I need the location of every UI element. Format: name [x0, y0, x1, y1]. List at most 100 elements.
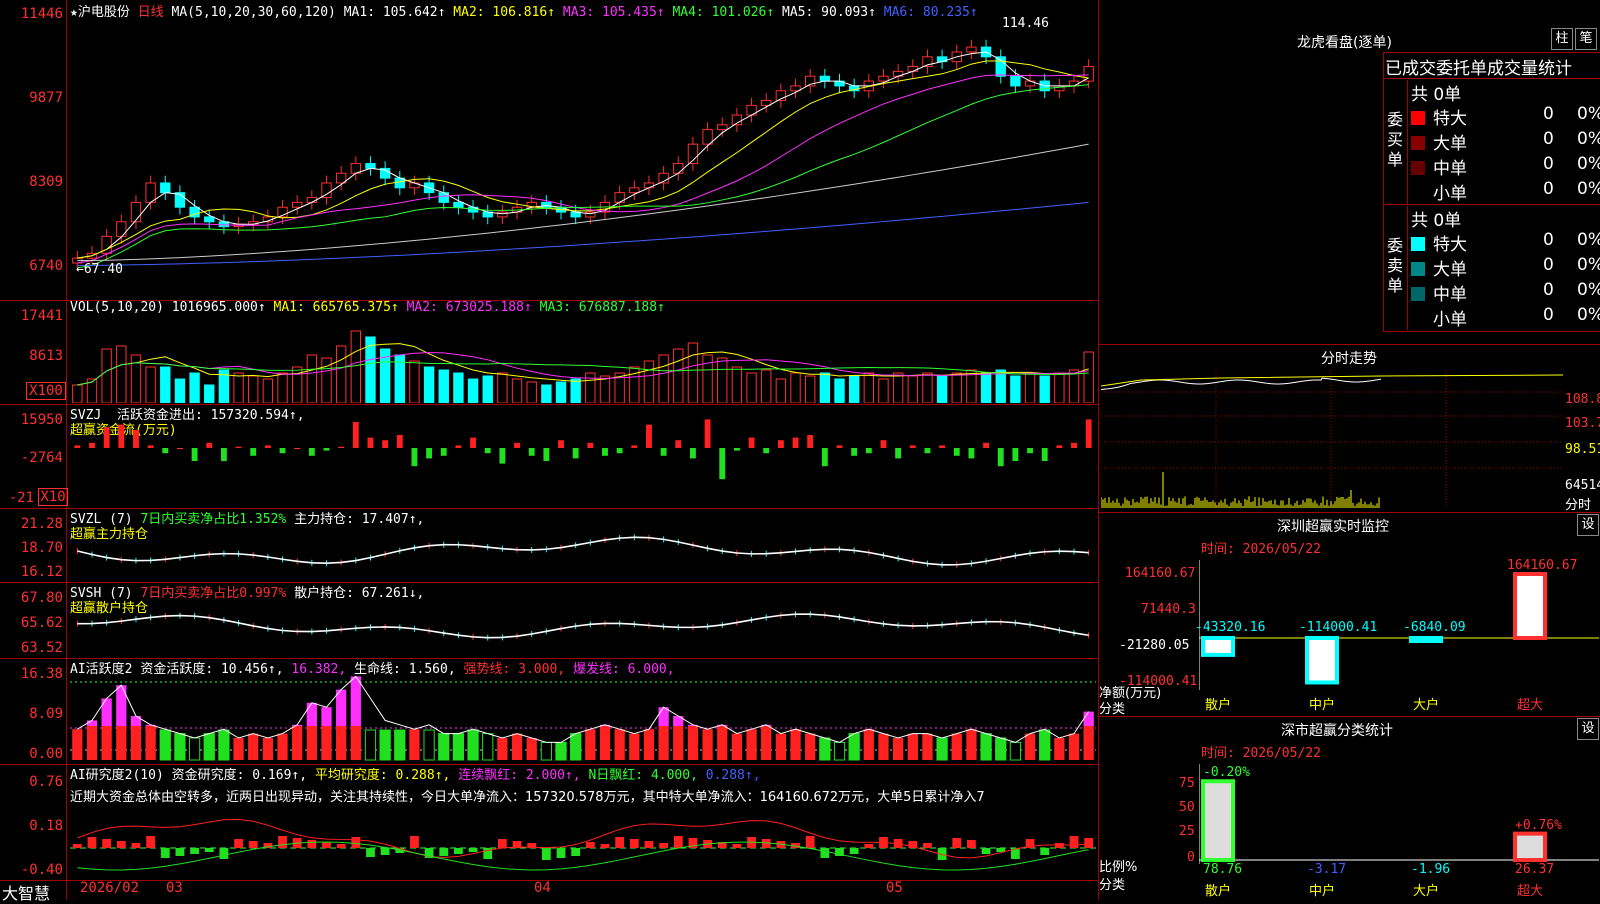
svzl-chart[interactable] — [70, 522, 1096, 580]
candle — [161, 183, 170, 193]
volume-bar — [249, 376, 258, 403]
flow-bar — [455, 445, 461, 448]
ai-active-panel[interactable]: AI活跃度2 资金活跃度: 10.456↑, 16.382, 生命线: 1.56… — [0, 658, 1098, 765]
active-bar — [409, 729, 419, 760]
active-bar — [189, 738, 199, 760]
research-bar — [967, 840, 976, 848]
volume-bar — [1069, 370, 1078, 403]
flow-bar — [881, 440, 887, 448]
volume-bar — [205, 385, 214, 403]
svzj-chart[interactable] — [70, 418, 1096, 506]
research-bar — [1040, 848, 1049, 855]
svzl-panel[interactable]: SVZL (7) 7日内买卖净占比1.352% 主力持仓: 17.407↑, 超… — [0, 508, 1098, 583]
active-bar-top — [351, 676, 361, 726]
ai-active-chart[interactable] — [70, 674, 1096, 762]
lhb-row-pct: 0% — [1577, 154, 1600, 174]
bar-mode-button[interactable]: 柱 — [1551, 28, 1573, 50]
research-bar — [161, 848, 170, 858]
active-bar — [644, 729, 654, 760]
research-bar — [864, 844, 873, 848]
lhb-row-pct: 0% — [1577, 129, 1600, 149]
lhb-row: 大单 — [1411, 129, 1467, 154]
tick-mode-button[interactable]: 笔 — [1575, 28, 1597, 50]
research-bar — [102, 839, 111, 848]
volume-bar — [483, 376, 492, 403]
lhb-row-name: 特大 — [1433, 235, 1467, 255]
research-bar — [615, 837, 624, 848]
research-bar — [645, 841, 654, 848]
active-bar — [468, 730, 478, 760]
stats-tabs[interactable]: 已成交委托单成交量统计 — [1385, 54, 1600, 79]
candle — [322, 183, 331, 198]
research-bar — [733, 844, 742, 848]
lhb-row: 大单 — [1411, 255, 1467, 280]
active-bar — [732, 734, 742, 760]
active-bar — [702, 729, 712, 760]
flow-bar — [837, 445, 843, 448]
active-bar — [116, 726, 126, 760]
kline-panel[interactable]: ★沪电股份 日线 MA(5,10,20,30,60,120) MA1: 105.… — [0, 0, 1098, 301]
right-pane: 龙虎看盘(逐单) 柱 笔 已成交委托单成交量统计 委买单 共 0单 特大 0 0% 大… — [1098, 0, 1600, 900]
fenshi-chart[interactable] — [1101, 370, 1563, 508]
active-bar — [145, 726, 155, 760]
flow-bar — [939, 445, 945, 448]
active-bar — [1054, 738, 1064, 760]
sz-settings-button[interactable]: 设 — [1577, 514, 1599, 536]
volume-bar — [117, 346, 126, 403]
color-swatch-icon — [1411, 237, 1425, 251]
ai-research-chart[interactable] — [70, 804, 1096, 880]
buy-side-label: 委买单 — [1387, 110, 1405, 170]
ma-line — [77, 144, 1088, 260]
cls-stats-chart[interactable] — [1199, 764, 1599, 864]
kline-ytick: 8309 — [0, 174, 63, 190]
active-bar — [834, 742, 844, 760]
color-swatch-icon — [1411, 287, 1425, 301]
active-bar — [571, 734, 581, 760]
sz-category: 超大 — [1517, 694, 1543, 713]
volume-bar — [864, 373, 873, 403]
active-bar — [878, 734, 888, 760]
volume-panel[interactable]: VOL(5,10,20) 1016965.000↑ MA1: 665765.37… — [0, 300, 1098, 405]
volume-chart[interactable] — [70, 320, 1096, 403]
svsh-chart[interactable] — [70, 596, 1096, 656]
svsh-panel[interactable]: SVSH (7) 7日内买卖净占比0.997% 散户持仓: 67.261↓, 超… — [0, 582, 1098, 659]
lhb-title: 龙虎看盘(逐单) — [1297, 32, 1392, 52]
lhb-row-value: 0 — [1543, 104, 1554, 124]
research-bar — [322, 842, 331, 848]
active-bar — [658, 726, 668, 760]
active-bar — [453, 734, 463, 760]
high-label: 114.46 — [1002, 16, 1049, 31]
kline-chart[interactable] — [70, 18, 1096, 280]
cls-title: 深市超赢分类统计 — [1281, 720, 1393, 740]
flow-bar — [1012, 448, 1018, 461]
cls-category: 中户 — [1309, 880, 1335, 899]
active-bar-top — [87, 720, 97, 726]
active-bar — [72, 729, 82, 760]
candle — [718, 125, 727, 130]
flow-bar — [148, 445, 154, 448]
research-bar — [542, 848, 551, 860]
active-bar — [849, 734, 859, 760]
active-bar — [1084, 726, 1094, 760]
svzj-panel[interactable]: SVZJ 活跃资金进出: 157320.594↑, 超赢资金流(万元) 1595… — [0, 404, 1098, 509]
sz-time: 时间: 2026/05/22 — [1201, 538, 1321, 557]
flow-bar — [338, 447, 344, 448]
volume-bar — [512, 379, 521, 403]
ai-research-panel[interactable]: AI研究度2(10) 资金研究度: 0.169↑, 平均研究度: 0.288↑,… — [0, 764, 1098, 880]
volume-bar — [849, 376, 858, 403]
active-bar — [131, 726, 141, 760]
active-bar-top — [116, 685, 126, 726]
active-bar — [277, 734, 287, 760]
osc-line — [77, 614, 1088, 638]
flow-bar — [734, 448, 740, 451]
flow-bar — [265, 445, 271, 448]
sz-category: 中户 — [1309, 694, 1335, 713]
research-bar — [351, 837, 360, 848]
volume-bar — [175, 379, 184, 403]
cls-bar — [1515, 834, 1545, 860]
research-bar — [381, 848, 390, 855]
volume-bar — [674, 349, 683, 403]
lhb-row-value: 0 — [1543, 255, 1554, 275]
cls-settings-button[interactable]: 设 — [1577, 718, 1599, 740]
flow-bar — [162, 448, 168, 453]
